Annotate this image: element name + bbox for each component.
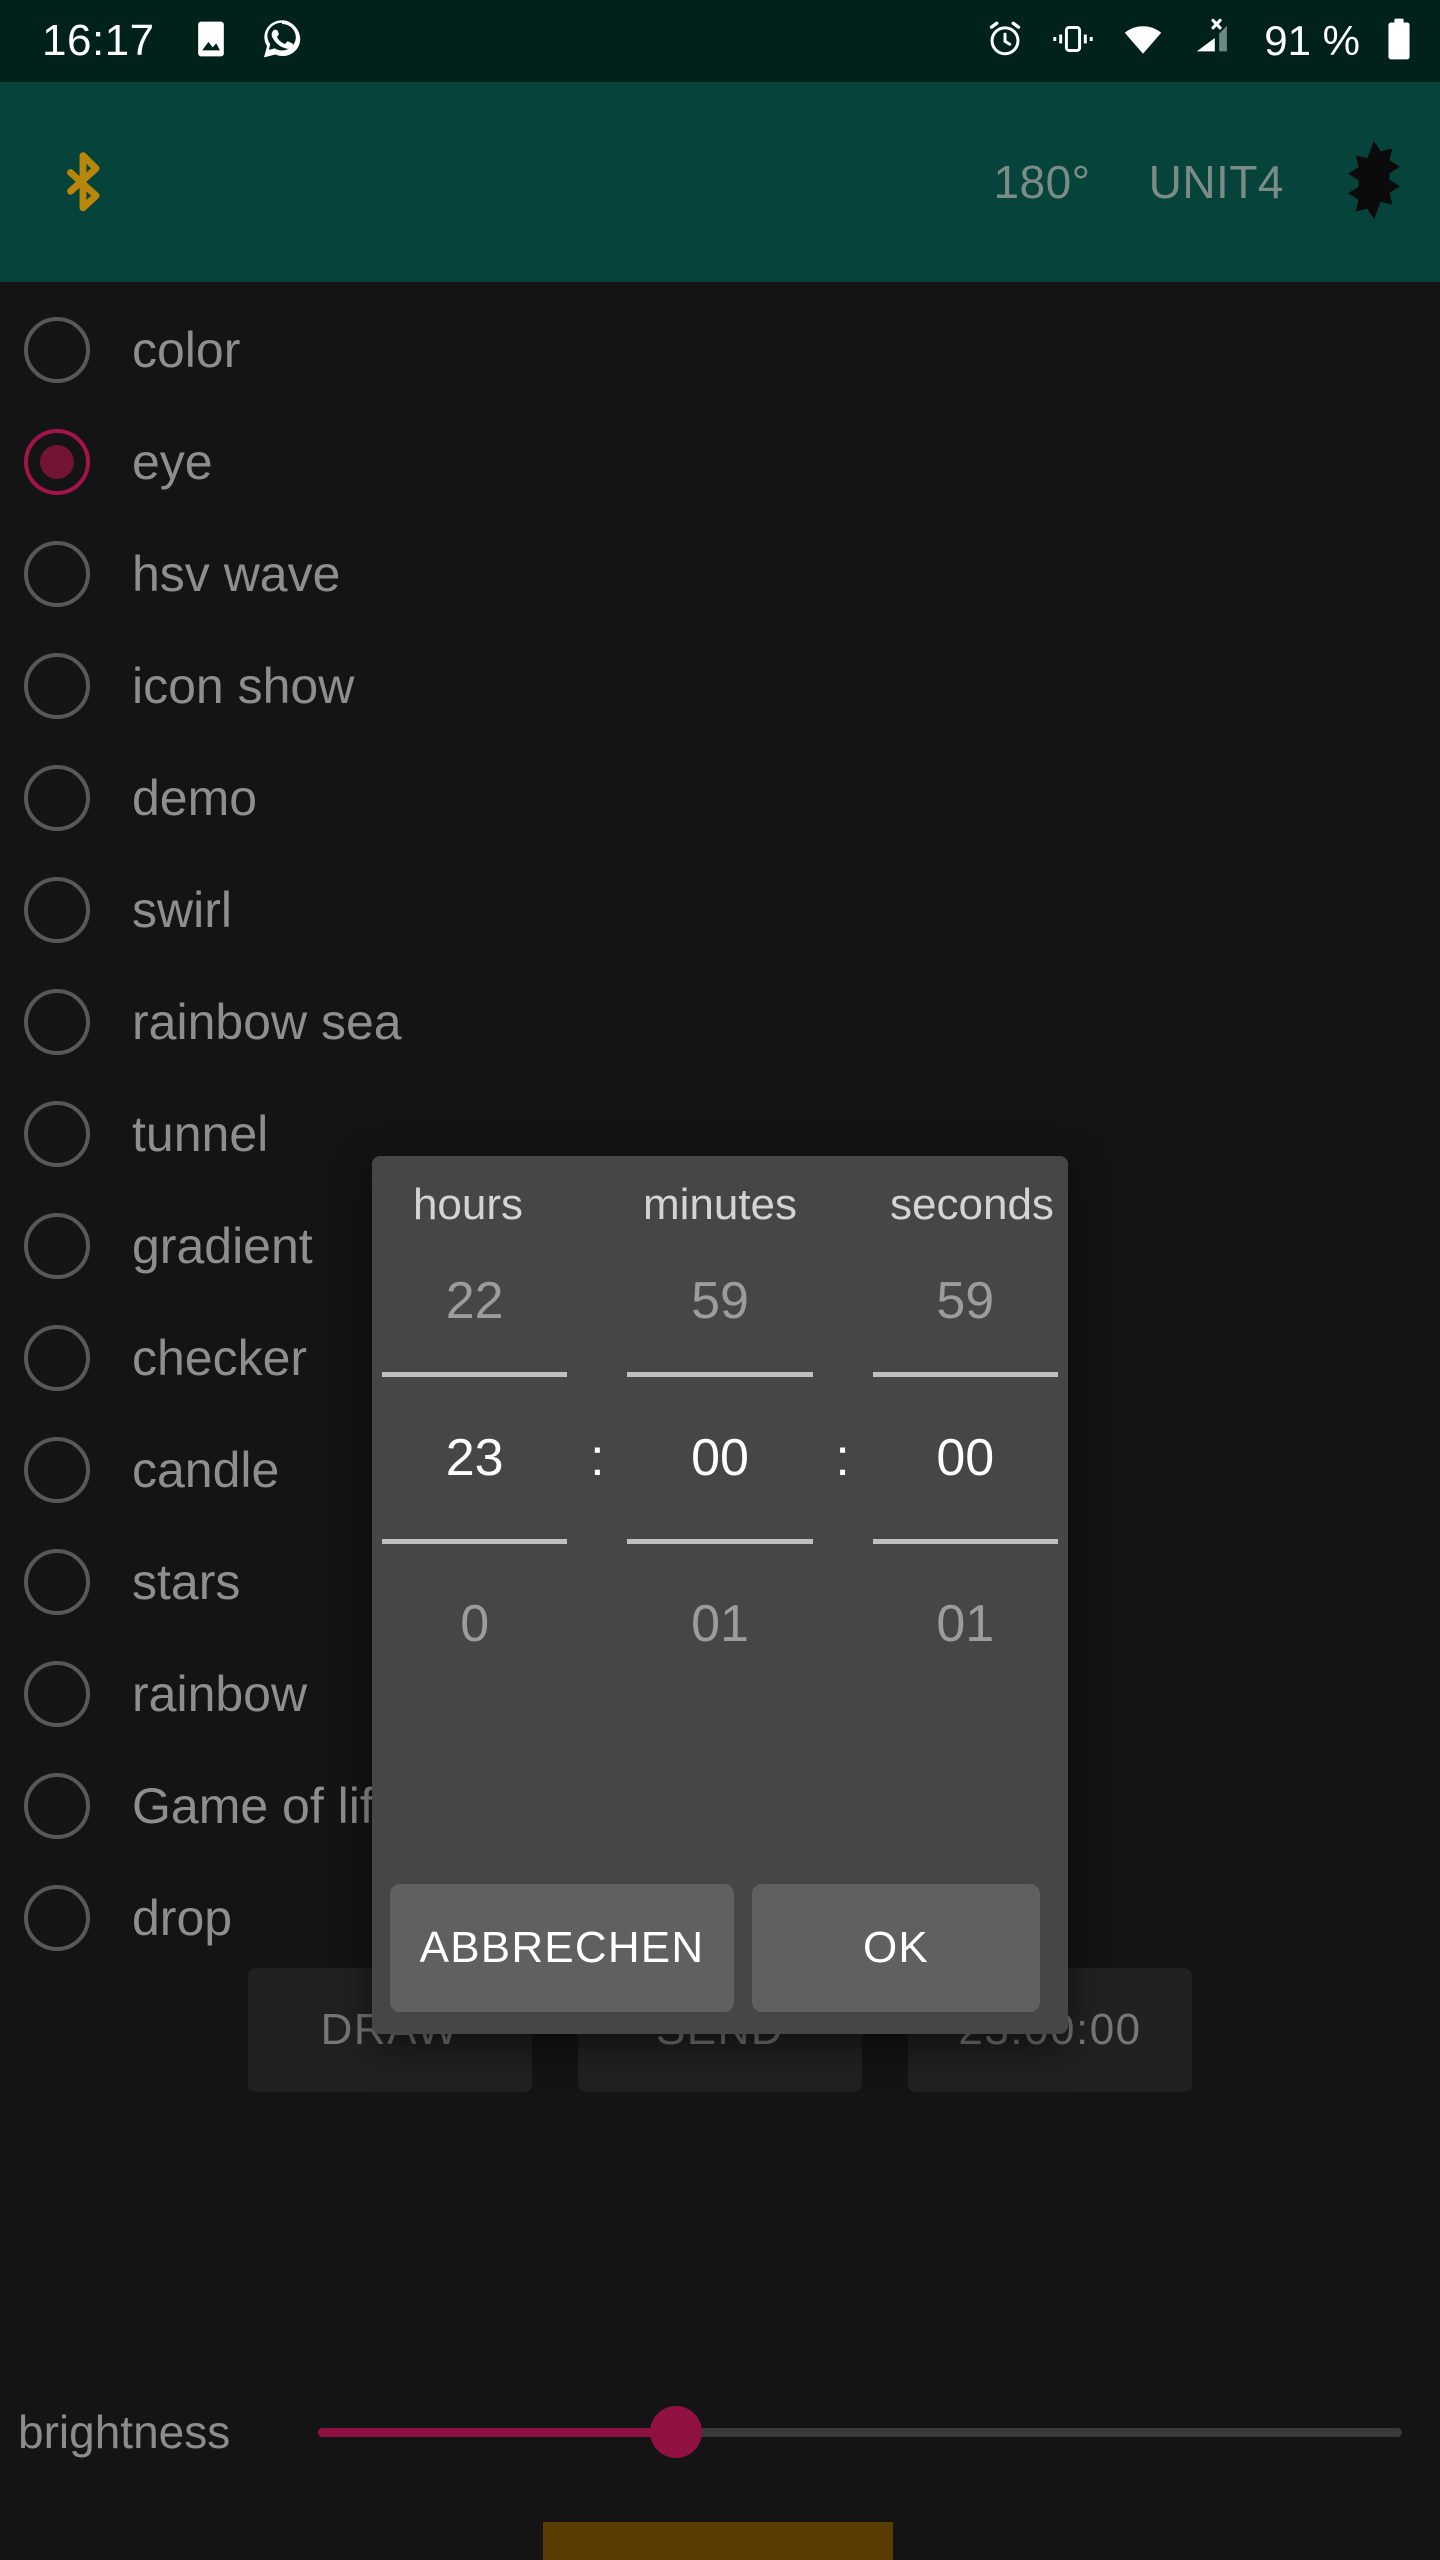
phone-screen: 16:17 91 % 180° UNIT4 color eye hsv wave… [0, 0, 1440, 2560]
effect-option-label: color [132, 322, 241, 378]
image-icon [189, 17, 233, 66]
effect-option-label: stars [132, 1554, 241, 1610]
brightness-slider[interactable] [318, 2402, 1402, 2462]
brightness-slider-row: brightness [0, 2402, 1440, 2462]
slider-fill [318, 2427, 676, 2437]
dialog-action-row: ABBRECHEN OK [372, 1884, 1068, 2034]
radio-unselected-icon[interactable] [24, 653, 90, 719]
brightness-label: brightness [18, 2406, 231, 2458]
radio-unselected-icon[interactable] [24, 317, 90, 383]
effect-option-icon-show[interactable]: icon show [0, 630, 1440, 742]
slider-thumb[interactable] [649, 2406, 702, 2458]
effect-option-label: Game of life [132, 1778, 402, 1834]
seconds-prev-value[interactable]: 59 [873, 1230, 1058, 1372]
rotation-label[interactable]: 180° [993, 155, 1090, 209]
effect-option-label: tunnel [132, 1106, 269, 1162]
battery-icon [1384, 16, 1414, 67]
minutes-prev-value[interactable]: 59 [627, 1230, 812, 1372]
effect-option-label: gradient [132, 1218, 313, 1274]
separator-column-2: : [813, 1230, 873, 1884]
unit-label[interactable]: UNIT4 [1149, 155, 1284, 209]
effect-option-eye[interactable]: eye [0, 406, 1440, 518]
effect-option-demo[interactable]: demo [0, 742, 1440, 854]
brightness-dark-mode-icon[interactable] [1336, 139, 1412, 226]
effect-option-label: icon show [132, 658, 355, 714]
separator-colon-1: : [590, 1429, 605, 1487]
column-header-seconds: seconds [890, 1180, 1054, 1229]
vibrate-icon [1050, 18, 1096, 65]
separator-spacer-top-1 [567, 1230, 627, 1372]
status-bar-system-icons: 91 % [984, 16, 1414, 67]
hours-wheel[interactable]: 22 23 0 [382, 1230, 568, 1884]
effect-option-label: eye [132, 434, 213, 490]
effect-option-label: demo [132, 770, 258, 826]
main-content: color eye hsv wave icon show demo swirl rainbo… [0, 282, 1440, 2560]
status-bar-notification-icons [189, 16, 305, 67]
effect-option-label: swirl [132, 882, 232, 938]
separator-spacer-bottom-2 [813, 1544, 873, 1704]
cancel-button[interactable]: ABBRECHEN [390, 1884, 734, 2012]
radio-unselected-icon[interactable] [24, 541, 90, 607]
radio-unselected-icon[interactable] [24, 1885, 90, 1951]
wifi-icon [1120, 18, 1166, 65]
radio-unselected-icon[interactable] [24, 1773, 90, 1839]
separator-colon-2: : [835, 1429, 850, 1487]
column-header-hours: hours [412, 1180, 524, 1229]
minutes-selected-value[interactable]: 00 [627, 1372, 813, 1544]
app-bar: 180° UNIT4 [0, 82, 1440, 282]
time-picker-dialog: hours minutes seconds 22 23 0 : 59 00 01… [372, 1156, 1068, 2034]
effect-option-label: drop [132, 1890, 233, 1946]
effect-option-label: candle [132, 1442, 280, 1498]
header-separator-1 [564, 1180, 624, 1230]
time-picker-header: hours minutes seconds [372, 1156, 1068, 1230]
separator-spacer-bottom-1 [567, 1544, 627, 1704]
effect-option-label: hsv wave [132, 546, 341, 602]
effect-option-hsv-wave[interactable]: hsv wave [0, 518, 1440, 630]
separator-spacer-top-2 [813, 1230, 873, 1372]
ok-button[interactable]: OK [752, 1884, 1040, 2012]
effect-option-label: rainbow sea [132, 994, 402, 1050]
radio-unselected-icon[interactable] [24, 765, 90, 831]
whatsapp-icon [259, 16, 305, 67]
seconds-selected-value[interactable]: 00 [872, 1372, 1058, 1544]
radio-unselected-icon[interactable] [24, 1549, 90, 1615]
effect-option-label: rainbow [132, 1666, 308, 1722]
alarm-icon [984, 18, 1026, 65]
minutes-wheel[interactable]: 59 00 01 [627, 1230, 813, 1884]
radio-unselected-icon[interactable] [24, 989, 90, 1055]
separator-column-1: : [567, 1230, 627, 1884]
effect-option-swirl[interactable]: swirl [0, 854, 1440, 966]
radio-unselected-icon[interactable] [24, 1661, 90, 1727]
hours-prev-value[interactable]: 22 [382, 1230, 567, 1372]
led-canvas-preview[interactable] [543, 2522, 893, 2560]
seconds-wheel[interactable]: 59 00 01 [872, 1230, 1058, 1884]
radio-unselected-icon[interactable] [24, 1325, 90, 1391]
column-header-minutes: minutes [642, 1180, 798, 1229]
effect-option-rainbow-sea[interactable]: rainbow sea [0, 966, 1440, 1078]
radio-unselected-icon[interactable] [24, 1213, 90, 1279]
hours-next-value[interactable]: 0 [382, 1544, 567, 1704]
bluetooth-icon[interactable] [44, 130, 122, 235]
cellular-no-service-icon [1190, 18, 1234, 65]
minutes-next-value[interactable]: 01 [627, 1544, 812, 1704]
radio-selected-icon[interactable] [24, 429, 90, 495]
hours-selected-value[interactable]: 23 [382, 1372, 568, 1544]
battery-percent-label: 91 % [1264, 17, 1360, 64]
radio-unselected-icon[interactable] [24, 1101, 90, 1167]
effect-option-color[interactable]: color [0, 294, 1440, 406]
header-separator-2 [816, 1180, 876, 1230]
effect-option-label: checker [132, 1330, 308, 1386]
radio-unselected-icon[interactable] [24, 1437, 90, 1503]
radio-unselected-icon[interactable] [24, 877, 90, 943]
status-bar: 16:17 91 % [0, 0, 1440, 82]
status-bar-clock: 16:17 [42, 16, 155, 65]
time-picker-wheels: 22 23 0 : 59 00 01 : 59 00 01 [372, 1230, 1068, 1884]
seconds-next-value[interactable]: 01 [873, 1544, 1058, 1704]
